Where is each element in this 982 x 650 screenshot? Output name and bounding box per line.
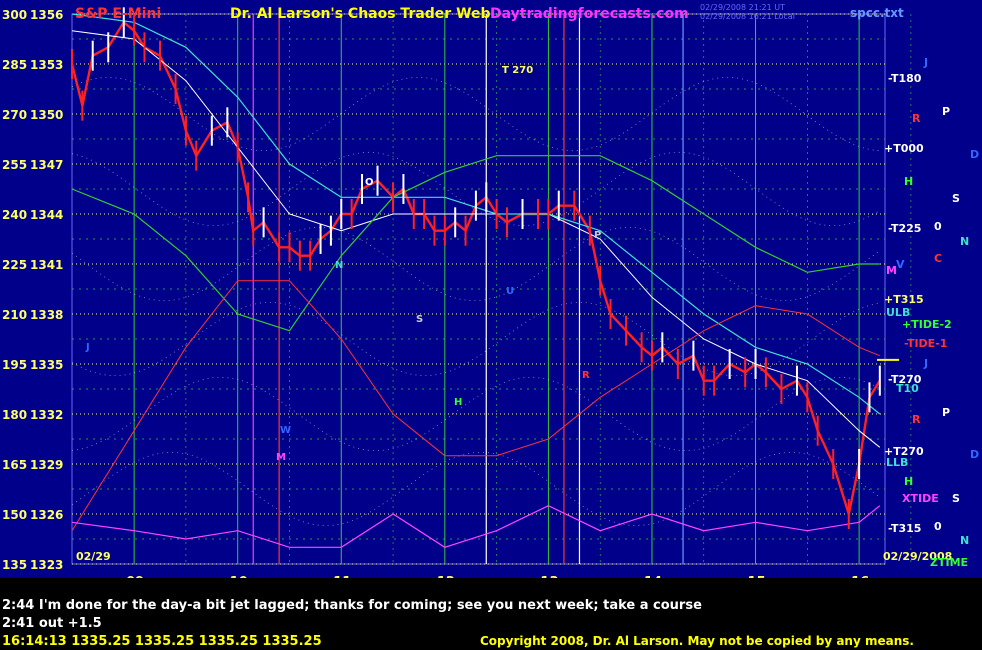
level-label-t10: T10 xyxy=(896,382,919,395)
chart-letter-u: U xyxy=(506,286,514,297)
x-tick-label: 10 xyxy=(230,575,248,578)
site-title[interactable]: Daytradingforecasts.com xyxy=(490,6,689,22)
planet-glyph-o1: 0 xyxy=(934,220,942,233)
y-tick-right: 1326 xyxy=(30,508,63,522)
y-tick-left: 210 xyxy=(2,308,27,322)
y-tick-left: 300 xyxy=(2,8,27,22)
x-tick-label: 09 xyxy=(126,575,144,578)
planet-glyph-r2: R xyxy=(912,413,921,426)
planet-glyph-o2: 0 xyxy=(934,520,942,533)
chart-letter-h: H xyxy=(454,397,462,408)
y-tick-left: 270 xyxy=(2,108,27,122)
timestamp-ut: 02/29/2008 21:21 UT xyxy=(700,3,785,12)
quote-line: 16:14:13 1335.25 1335.25 1335.25 1335.25 xyxy=(2,634,322,649)
planet-glyph-d2: D xyxy=(970,448,979,461)
chart-letter-j: J xyxy=(85,342,90,353)
y-tick-right: 1323 xyxy=(30,558,63,572)
level-label-t180: -T180 xyxy=(888,72,922,85)
level-label-t000: +T000 xyxy=(884,142,924,155)
x-tick-label: 11 xyxy=(333,575,351,578)
y-tick-right: 1356 xyxy=(30,8,63,22)
y-tick-right: 1347 xyxy=(30,158,63,172)
chart-plot: 300 1356285 1353270 1350255 1347240 1344225 13… xyxy=(2,7,979,578)
instrument-title: S&P E-Mini xyxy=(75,6,162,22)
level-label-t315b: -T315 xyxy=(888,522,921,535)
author-title: Dr. Al Larson's Chaos Trader Web xyxy=(230,6,491,22)
x-tick-label: 13 xyxy=(540,575,558,578)
y-tick-left: 285 xyxy=(2,58,27,72)
chart-letter-s: S xyxy=(416,314,423,325)
planet-glyph-p2: P xyxy=(942,406,950,419)
planet-glyph-n1: N xyxy=(960,235,969,248)
chart-letter-n: N xyxy=(335,260,343,271)
planet-glyph-v1: V xyxy=(896,258,905,271)
chart-letter-o: O xyxy=(365,177,374,188)
chart-letter-m: M xyxy=(276,452,286,463)
planet-glyph-n2: N xyxy=(960,534,969,547)
level-label-t225: -T225 xyxy=(888,222,921,235)
planet-glyph-p1: P xyxy=(942,105,950,118)
planet-glyph-s1: S xyxy=(952,192,960,205)
y-tick-right: 1329 xyxy=(30,458,63,472)
y-tick-right: 1341 xyxy=(30,258,63,272)
y-tick-right: 1350 xyxy=(30,108,63,122)
series-layer xyxy=(70,7,881,548)
comment-line-2: 2:41 out +1.5 xyxy=(2,616,102,631)
timestamp-local: 02/29/2008 16:21 Local xyxy=(700,12,795,21)
date-left: 02/29 xyxy=(76,550,111,563)
series-line xyxy=(71,505,881,548)
planet-glyph-h1: H xyxy=(904,175,913,188)
y-tick-left: 225 xyxy=(2,258,27,272)
comment-line-1: 2:44 I'm done for the day-a bit jet lagg… xyxy=(2,598,702,613)
y-tick-right: 1332 xyxy=(30,408,63,422)
y-tick-left: 255 xyxy=(2,158,27,172)
x-tick-label: 15 xyxy=(748,575,766,578)
planet-glyph-d1: D xyxy=(970,148,979,161)
level-label-t315: +T315 xyxy=(884,293,924,306)
y-tick-left: 180 xyxy=(2,408,27,422)
planet-glyph-r1: R xyxy=(912,112,921,125)
chart-letter-r: R xyxy=(582,370,590,381)
level-label-llb: LLB xyxy=(886,456,908,469)
series-line xyxy=(71,155,880,332)
planet-glyph-j1: J xyxy=(923,56,928,69)
y-tick-left: 165 xyxy=(2,458,27,472)
series-line xyxy=(70,20,881,519)
y-tick-right: 1344 xyxy=(30,208,63,222)
y-tick-right: 1338 xyxy=(30,308,63,322)
planet-glyph-j2: J xyxy=(923,357,928,370)
copyright: Copyright 2008, Dr. Al Larson. May not b… xyxy=(480,634,914,648)
level-label-ztime: ZTIME xyxy=(930,556,968,569)
y-tick-left: 150 xyxy=(2,508,27,522)
x-tick-label: 12 xyxy=(437,575,455,578)
x-tick-label: 14 xyxy=(644,575,662,578)
chart-panel: 300 1356 285 1353 270 1350 255 1347 240 1344 225 13… xyxy=(0,0,982,578)
series-line xyxy=(71,280,880,531)
level-label-tide2: +TIDE-2 xyxy=(902,318,952,331)
chart-letter-p: P xyxy=(594,230,601,241)
x-tick-label: 16 xyxy=(851,575,869,578)
y-tick-left: 240 xyxy=(2,208,27,222)
flux-wave xyxy=(71,76,880,152)
level-label-xtide: XTIDE xyxy=(902,492,939,505)
y-tick-left: 135 xyxy=(2,558,27,572)
labels-layer: 300 1356285 1353270 1350255 1347240 1344225 13… xyxy=(2,8,979,578)
file-name: spcc.txt xyxy=(850,6,904,20)
y-tick-right: 1335 xyxy=(30,358,63,372)
planet-glyph-h2: H xyxy=(904,475,913,488)
t270-annotation: T 270 xyxy=(502,65,533,76)
y-tick-right: 1353 xyxy=(30,58,63,72)
planet-glyph-s2: S xyxy=(952,492,960,505)
chart-letter-w: W xyxy=(280,425,291,436)
level-label-tide1: -TIDE-1 xyxy=(904,337,947,350)
flux-wave xyxy=(71,377,880,451)
y-tick-left: 195 xyxy=(2,358,27,372)
planet-glyph-c1: C xyxy=(934,252,942,265)
